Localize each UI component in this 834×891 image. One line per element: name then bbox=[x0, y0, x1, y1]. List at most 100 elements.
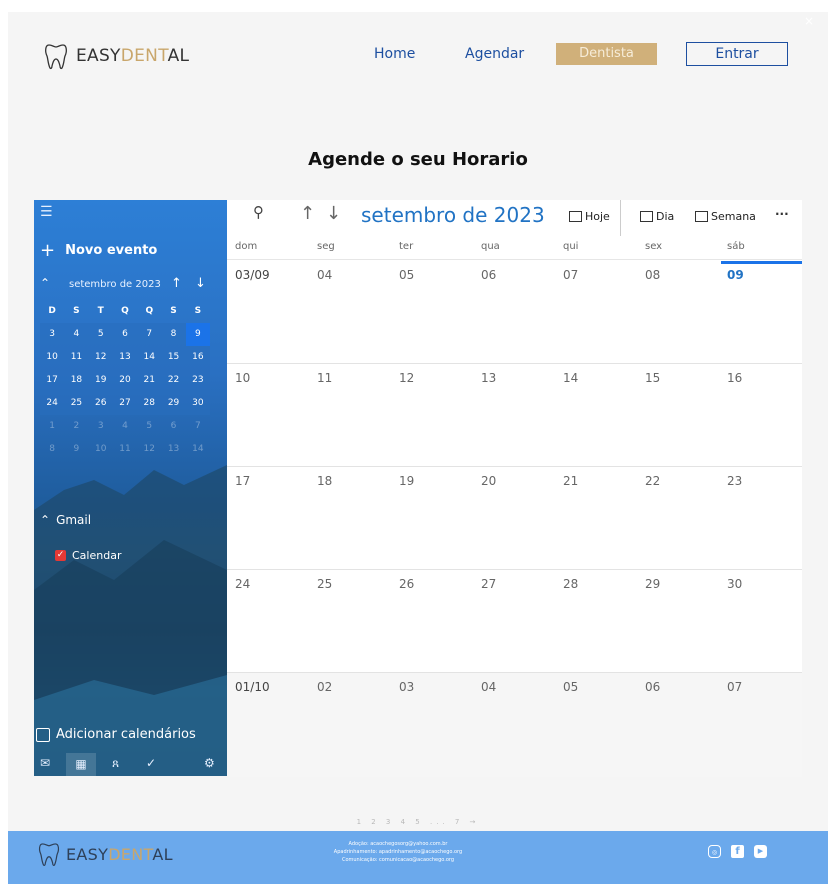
more-options-icon[interactable]: ··· bbox=[775, 207, 789, 221]
day-cell[interactable]: 23 bbox=[727, 474, 742, 488]
day-cell[interactable]: 25 bbox=[317, 577, 332, 591]
day-cell[interactable]: 04 bbox=[317, 268, 332, 282]
new-event-button[interactable]: + Novo evento bbox=[40, 240, 157, 261]
day-cell[interactable]: 13 bbox=[481, 371, 496, 385]
mini-calendar-day[interactable]: 22 bbox=[161, 369, 186, 392]
day-cell[interactable]: 04 bbox=[481, 680, 496, 694]
mini-calendar-day[interactable]: 8 bbox=[40, 438, 64, 461]
day-cell[interactable]: 06 bbox=[645, 680, 660, 694]
add-calendars-button[interactable]: Adicionar calendários bbox=[36, 727, 196, 742]
mini-calendar-day[interactable]: 29 bbox=[161, 392, 186, 415]
nav-agendar-link[interactable]: Agendar bbox=[465, 46, 524, 62]
day-cell[interactable]: 10 bbox=[235, 371, 250, 385]
header-logo[interactable]: EASYDENTAL bbox=[44, 42, 189, 70]
day-cell[interactable]: 08 bbox=[645, 268, 660, 282]
entrar-button[interactable]: Entrar bbox=[686, 42, 788, 66]
mini-prev-month-icon[interactable]: ↑ bbox=[171, 276, 182, 291]
collapse-mini-calendar-icon[interactable]: ⌃ bbox=[40, 276, 50, 290]
day-cell[interactable]: 15 bbox=[645, 371, 660, 385]
day-cell[interactable]: 12 bbox=[399, 371, 414, 385]
mini-calendar-day[interactable]: 3 bbox=[40, 323, 65, 346]
mini-calendar-day[interactable]: 15 bbox=[161, 346, 186, 369]
mini-calendar-day[interactable]: 19 bbox=[88, 369, 113, 392]
mini-calendar-day[interactable]: 25 bbox=[64, 392, 89, 415]
day-cell[interactable]: 05 bbox=[563, 680, 578, 694]
mini-calendar-day[interactable]: 20 bbox=[112, 369, 138, 392]
day-cell[interactable]: 26 bbox=[399, 577, 414, 591]
mini-calendar-day[interactable]: 7 bbox=[186, 415, 210, 438]
mini-calendar-day[interactable]: 11 bbox=[113, 438, 137, 461]
day-cell[interactable]: 19 bbox=[399, 474, 414, 488]
mini-calendar-day[interactable]: 23 bbox=[185, 369, 210, 392]
pagination[interactable]: 1 2 3 4 5 ... 7 → bbox=[8, 818, 828, 826]
mini-calendar-day[interactable]: 18 bbox=[64, 369, 89, 392]
mini-calendar-day[interactable]: 7 bbox=[137, 323, 162, 346]
day-cell[interactable]: 05 bbox=[399, 268, 414, 282]
facebook-icon[interactable]: f bbox=[731, 845, 744, 858]
footer-logo[interactable]: EASYDENTAL bbox=[38, 841, 173, 867]
checkbox-checked-icon[interactable]: ✓ bbox=[55, 550, 66, 561]
todo-icon[interactable]: ✓ bbox=[146, 756, 156, 770]
mini-calendar-day[interactable]: 5 bbox=[88, 323, 113, 346]
mini-calendar-day[interactable]: 2 bbox=[64, 415, 88, 438]
day-cell[interactable]: 29 bbox=[645, 577, 660, 591]
mini-calendar-day[interactable]: 21 bbox=[137, 369, 162, 392]
mini-calendar-day[interactable]: 4 bbox=[113, 415, 137, 438]
mini-calendar-day[interactable]: 14 bbox=[186, 438, 210, 461]
mini-calendar-day[interactable]: 1 bbox=[40, 415, 64, 438]
gmail-group-toggle[interactable]: ⌃ Gmail bbox=[40, 513, 91, 527]
nav-home-link[interactable]: Home bbox=[374, 46, 415, 62]
calendar-app-icon[interactable]: ▦ bbox=[66, 753, 96, 776]
week-view-button[interactable]: Semana bbox=[695, 210, 756, 223]
dentista-button[interactable]: Dentista bbox=[556, 43, 657, 65]
mini-calendar-day[interactable]: 13 bbox=[112, 346, 138, 369]
close-icon[interactable]: × bbox=[804, 14, 814, 28]
mini-calendar-day[interactable]: 24 bbox=[40, 392, 65, 415]
day-cell[interactable]: 16 bbox=[727, 371, 742, 385]
day-cell[interactable]: 11 bbox=[317, 371, 332, 385]
mini-calendar-day[interactable]: 12 bbox=[137, 438, 161, 461]
mini-calendar-day[interactable]: 30 bbox=[185, 392, 210, 415]
mini-calendar-day[interactable]: 14 bbox=[137, 346, 162, 369]
people-icon[interactable]: ጸ bbox=[112, 756, 119, 771]
day-cell[interactable]: 22 bbox=[645, 474, 660, 488]
day-cell[interactable]: 21 bbox=[563, 474, 578, 488]
mini-calendar-day[interactable]: 5 bbox=[137, 415, 161, 438]
today-button[interactable]: Hoje bbox=[569, 210, 610, 223]
mini-calendar-day[interactable]: 8 bbox=[161, 323, 186, 346]
day-cell[interactable]: 03 bbox=[399, 680, 414, 694]
previous-month-icon[interactable]: ↑ bbox=[300, 203, 315, 224]
mini-next-month-icon[interactable]: ↓ bbox=[195, 276, 206, 291]
mini-calendar-day[interactable]: 11 bbox=[64, 346, 89, 369]
mini-calendar-day[interactable]: 27 bbox=[112, 392, 138, 415]
hamburger-menu-icon[interactable]: ☰ bbox=[40, 204, 53, 220]
day-cell[interactable]: 20 bbox=[481, 474, 496, 488]
mini-calendar-day[interactable]: 26 bbox=[88, 392, 113, 415]
mini-calendar-day[interactable]: 12 bbox=[88, 346, 113, 369]
youtube-icon[interactable]: ▶ bbox=[754, 845, 767, 858]
mini-calendar-day[interactable]: 13 bbox=[161, 438, 185, 461]
day-cell[interactable]: 24 bbox=[235, 577, 250, 591]
settings-gear-icon[interactable]: ⚙ bbox=[204, 756, 215, 770]
day-cell[interactable]: 07 bbox=[727, 680, 742, 694]
mini-calendar-day[interactable]: 4 bbox=[64, 323, 89, 346]
mini-calendar-day[interactable]: 6 bbox=[112, 323, 138, 346]
day-cell[interactable]: 30 bbox=[727, 577, 742, 591]
day-cell[interactable]: 27 bbox=[481, 577, 496, 591]
day-cell[interactable]: 02 bbox=[317, 680, 332, 694]
day-cell[interactable]: 06 bbox=[481, 268, 496, 282]
day-cell[interactable]: 28 bbox=[563, 577, 578, 591]
mini-calendar-day[interactable]: 3 bbox=[89, 415, 113, 438]
calendar-checkbox-item[interactable]: ✓ Calendar bbox=[55, 549, 121, 562]
mini-calendar-day[interactable]: 28 bbox=[137, 392, 162, 415]
day-cell[interactable]: 09 bbox=[727, 268, 744, 282]
search-icon[interactable]: ⚲ bbox=[253, 203, 264, 221]
mini-calendar-day[interactable]: 10 bbox=[89, 438, 113, 461]
day-cell[interactable]: 18 bbox=[317, 474, 332, 488]
mini-calendar-day[interactable]: 17 bbox=[40, 369, 65, 392]
next-month-icon[interactable]: ↓ bbox=[326, 203, 341, 224]
day-cell[interactable]: 17 bbox=[235, 474, 250, 488]
instagram-icon[interactable]: ◎ bbox=[708, 845, 721, 858]
mini-calendar-day[interactable]: 16 bbox=[185, 346, 210, 369]
mini-calendar-day[interactable]: 10 bbox=[40, 346, 65, 369]
